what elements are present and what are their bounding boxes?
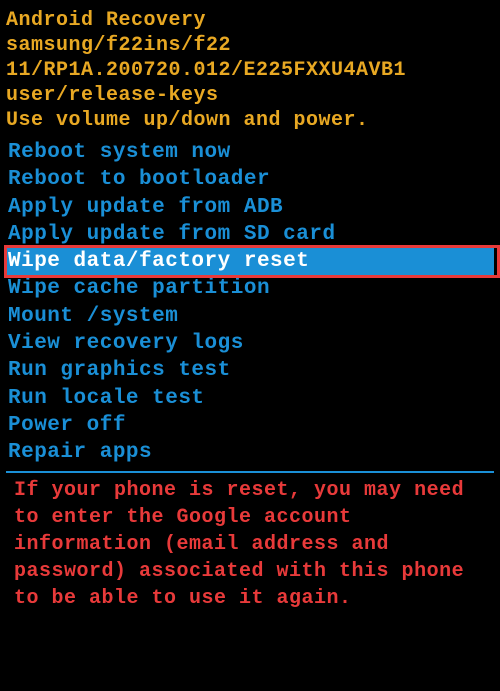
menu-reboot-system[interactable]: Reboot system now	[6, 139, 494, 166]
menu-apply-update-adb[interactable]: Apply update from ADB	[6, 194, 494, 221]
reset-warning-text: If your phone is reset, you may need to …	[6, 475, 494, 612]
menu-wipe-data-factory-reset[interactable]: Wipe data/factory reset	[6, 248, 494, 275]
menu-reboot-bootloader[interactable]: Reboot to bootloader	[6, 166, 494, 193]
section-divider	[6, 471, 494, 473]
menu-repair-apps[interactable]: Repair apps	[6, 439, 494, 466]
menu-graphics-test[interactable]: Run graphics test	[6, 357, 494, 384]
recovery-header: Android Recovery samsung/f22ins/f22 11/R…	[6, 8, 494, 133]
menu-locale-test[interactable]: Run locale test	[6, 385, 494, 412]
recovery-menu: Reboot system now Reboot to bootloader A…	[6, 139, 494, 467]
menu-mount-system[interactable]: Mount /system	[6, 303, 494, 330]
nav-instructions: Use volume up/down and power.	[6, 108, 494, 133]
menu-apply-update-sd[interactable]: Apply update from SD card	[6, 221, 494, 248]
build-info: 11/RP1A.200720.012/E225FXXU4AVB1	[6, 58, 494, 83]
device-info: samsung/f22ins/f22	[6, 33, 494, 58]
menu-wipe-cache[interactable]: Wipe cache partition	[6, 275, 494, 302]
menu-view-logs[interactable]: View recovery logs	[6, 330, 494, 357]
recovery-title: Android Recovery	[6, 8, 494, 33]
menu-item-label: Wipe data/factory reset	[8, 250, 309, 273]
keys-info: user/release-keys	[6, 83, 494, 108]
menu-power-off[interactable]: Power off	[6, 412, 494, 439]
